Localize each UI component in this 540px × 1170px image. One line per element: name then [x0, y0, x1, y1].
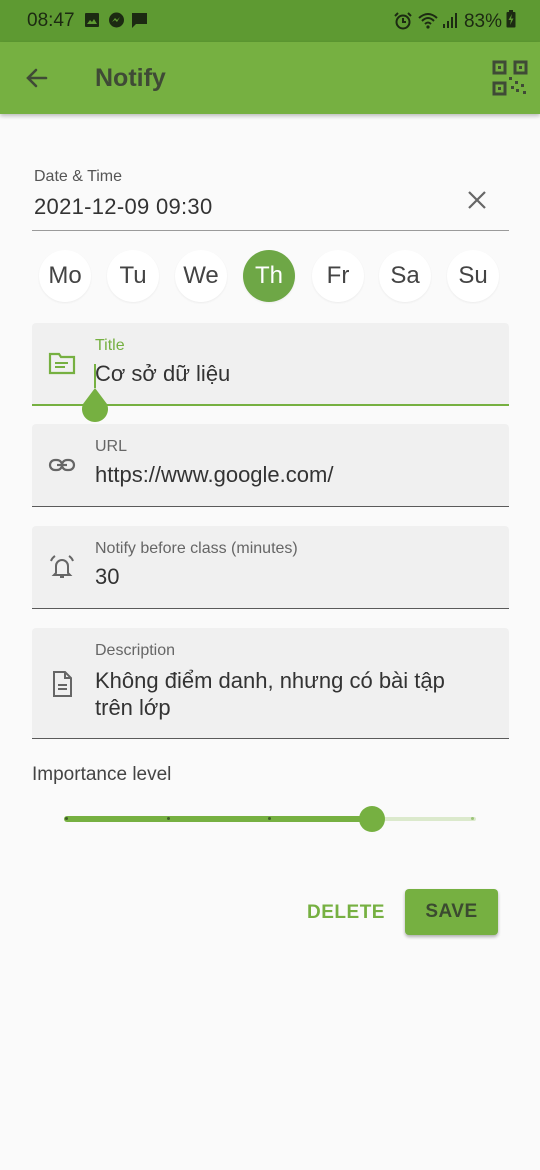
- day-thursday[interactable]: Th: [243, 250, 295, 302]
- alarm-bell-icon: [48, 553, 76, 586]
- datetime-underline: [32, 230, 509, 231]
- url-field[interactable]: URL https://www.google.com/: [32, 424, 509, 507]
- gallery-icon: [84, 12, 100, 34]
- messenger-icon: [108, 12, 125, 35]
- document-icon: [48, 670, 76, 703]
- slider-tick: [167, 817, 170, 820]
- folder-icon: [48, 351, 76, 380]
- datetime-value[interactable]: 2021-12-09 09:30: [34, 194, 213, 220]
- description-label: Description: [95, 642, 176, 659]
- day-label: Mo: [48, 262, 82, 289]
- notify-field[interactable]: Notify before class (minutes) 30: [32, 526, 509, 609]
- notify-input[interactable]: 30: [95, 564, 119, 590]
- text-cursor: [94, 364, 96, 388]
- slider-tick: [471, 817, 474, 820]
- description-line-1: Không điểm danh, nhưng có bài tập: [95, 668, 445, 693]
- battery-percent: 83%: [463, 11, 502, 32]
- day-tuesday[interactable]: Tu: [107, 250, 159, 302]
- day-sunday[interactable]: Su: [447, 250, 499, 302]
- title-label: Title: [95, 337, 125, 354]
- title-input[interactable]: Cơ sở dữ liệu: [95, 361, 230, 387]
- close-icon[interactable]: [466, 189, 488, 216]
- day-selector: Mo Tu We Th Fr Sa Su: [39, 250, 501, 304]
- arrow-back-icon[interactable]: [24, 65, 50, 96]
- day-saturday[interactable]: Sa: [379, 250, 431, 302]
- day-label: Tu: [119, 262, 147, 289]
- day-label: We: [183, 262, 219, 289]
- day-label: Th: [254, 262, 283, 289]
- cursor-handle[interactable]: [80, 388, 110, 429]
- status-bar: 08:47 83%: [0, 0, 540, 42]
- description-field[interactable]: Description Không điểm danh, nhưng có bà…: [32, 628, 509, 739]
- app-bar: Notify: [0, 42, 540, 114]
- qr-code-scanner-icon[interactable]: [490, 58, 530, 103]
- importance-label: Importance level: [32, 764, 172, 785]
- chat-icon: [131, 12, 148, 35]
- alarm-icon: [394, 12, 412, 36]
- status-time: 08:47: [27, 10, 75, 31]
- delete-button[interactable]: DELETE: [297, 893, 395, 933]
- day-friday[interactable]: Fr: [312, 250, 364, 302]
- signal-icon: [442, 12, 458, 35]
- importance-slider[interactable]: [64, 804, 476, 834]
- datetime-label: Date & Time: [34, 168, 123, 185]
- slider-tick: [65, 817, 68, 820]
- day-monday[interactable]: Mo: [39, 250, 91, 302]
- description-input[interactable]: Không điểm danh, nhưng có bài tập trên l…: [95, 667, 445, 721]
- wifi-icon: [418, 12, 438, 35]
- url-label: URL: [95, 438, 128, 455]
- slider-track-fill: [64, 816, 372, 822]
- day-label: Sa: [390, 262, 420, 289]
- save-button[interactable]: SAVE: [405, 889, 498, 935]
- day-label: Su: [458, 262, 488, 289]
- link-icon: [48, 454, 76, 481]
- battery-charging-icon: [506, 10, 516, 34]
- battery-indicator: 83%: [464, 10, 516, 34]
- slider-thumb[interactable]: [359, 806, 385, 832]
- description-line-2: trên lớp: [95, 695, 171, 720]
- day-wednesday[interactable]: We: [175, 250, 227, 302]
- url-input[interactable]: https://www.google.com/: [95, 462, 333, 488]
- notify-label: Notify before class (minutes): [95, 540, 298, 557]
- day-label: Fr: [326, 262, 350, 289]
- slider-tick: [268, 817, 271, 820]
- page-title: Notify: [95, 64, 166, 92]
